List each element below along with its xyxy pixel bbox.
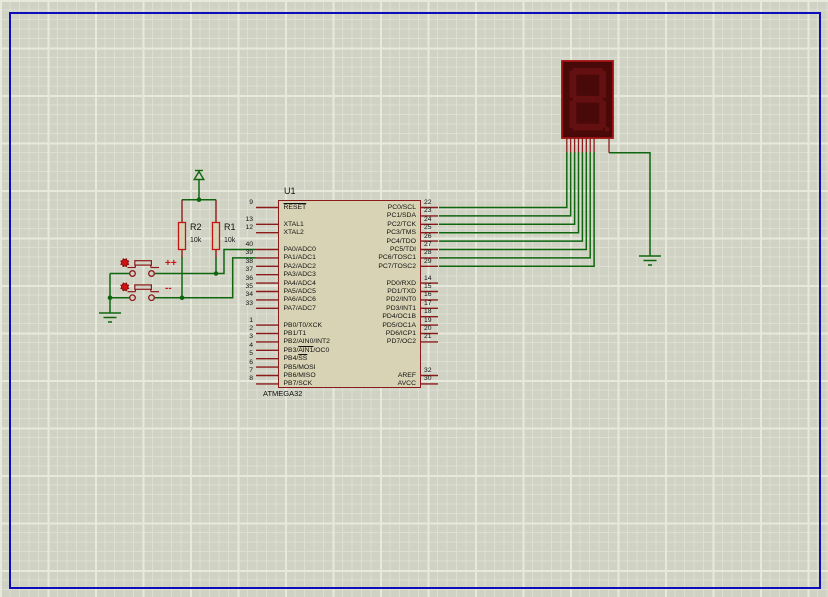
wire[interactable] (439, 152, 586, 250)
pin-number-8: 8 (229, 374, 253, 383)
button-increment-label: ++ (165, 258, 177, 269)
wire[interactable] (439, 152, 579, 233)
push-button-increment[interactable] (149, 271, 155, 277)
display-segment (573, 68, 603, 75)
power-symbol[interactable] (194, 172, 204, 180)
wire[interactable] (439, 152, 582, 241)
pin-number-33: 33 (229, 299, 253, 308)
wire[interactable] (439, 152, 567, 208)
display-segment (599, 101, 606, 128)
display-decimal-point (605, 127, 610, 132)
pin-label: PC7/TOSC2 (299, 262, 416, 271)
resistor-r2-ref: R2 (190, 222, 202, 232)
pin-number-29: 29 (424, 257, 448, 266)
pin-number-12: 12 (229, 223, 253, 232)
push-button-increment[interactable] (135, 261, 152, 265)
wire[interactable] (439, 152, 575, 224)
pin-number-30: 30 (424, 374, 448, 383)
push-button-decrement[interactable] (135, 285, 152, 289)
push-button-decrement[interactable] (130, 295, 136, 301)
push-button-increment[interactable] (130, 271, 136, 277)
pin-number-21: 21 (424, 332, 448, 341)
display-segment (573, 96, 603, 103)
resistor-r1[interactable] (213, 223, 220, 250)
resistor-r2-value: 10k (190, 237, 201, 244)
junction-dot (214, 271, 219, 276)
display-segment (573, 124, 603, 131)
chip-value-label: ATMEGA32 (263, 389, 302, 398)
display-segment (599, 71, 606, 98)
wire[interactable] (439, 152, 571, 216)
junction-dot (197, 197, 202, 202)
pin-number-9: 9 (229, 198, 253, 207)
button-decrement-label: -- (165, 283, 172, 294)
pin-label: PD7/OC2 (299, 337, 416, 346)
button-actuator-icon[interactable] (122, 284, 129, 291)
display-segment (570, 71, 577, 98)
display-segment (570, 101, 577, 128)
junction-dot (108, 295, 113, 300)
pin-label: AVCC (299, 379, 416, 388)
junction-dot (180, 295, 185, 300)
resistor-r2[interactable] (179, 223, 186, 250)
push-button-decrement[interactable] (149, 295, 155, 301)
wire[interactable] (609, 153, 650, 256)
chip-ref-label: U1 (284, 186, 296, 196)
button-actuator-icon[interactable] (122, 259, 129, 266)
schematic-canvas[interactable]: U1 ATMEGA32 R2 10k R1 10k ++ -- 9RESET13… (0, 0, 828, 597)
